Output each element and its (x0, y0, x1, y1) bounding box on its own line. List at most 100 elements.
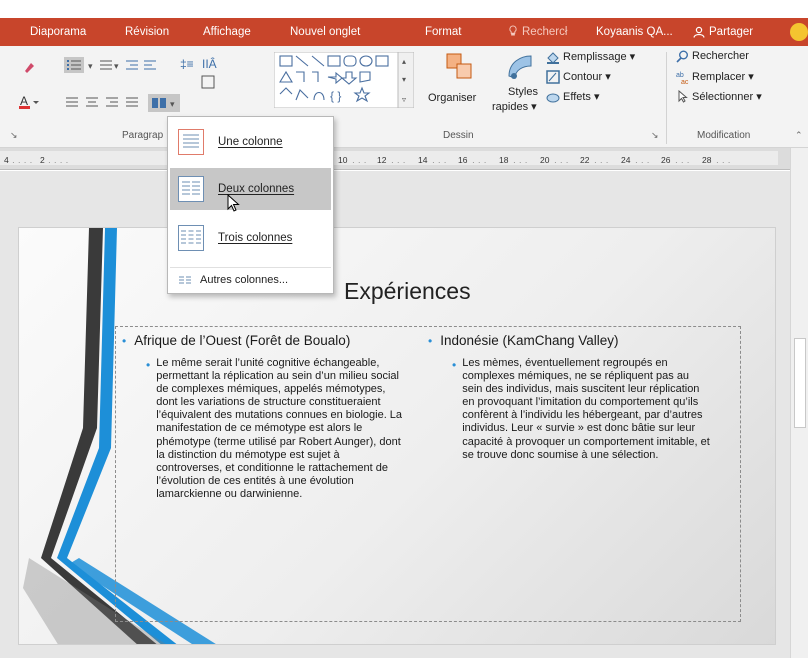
replace-label[interactable]: Remplacer ▾ (692, 70, 754, 83)
ruler-number: 22 (580, 155, 590, 165)
ruler-ticks: · · · · (48, 158, 69, 167)
ruler-number: 28 (702, 155, 712, 165)
effects-label[interactable]: Effets ▾ (563, 90, 600, 103)
tab-nouvel-onglet[interactable]: Nouvel onglet (290, 18, 360, 46)
right-heading-text: Indonésie (KamChang Valley) (440, 333, 619, 348)
slide[interactable]: Expériences • Afrique de l’Ouest (Forêt … (18, 227, 776, 645)
svg-text:ac: ac (681, 79, 689, 84)
select-cursor-icon[interactable] (676, 90, 689, 103)
ruler-ticks: · · · (554, 158, 569, 167)
content-placeholder[interactable]: • Afrique de l’Ouest (Forêt de Boualo) •… (115, 326, 741, 622)
menu-item-three-columns[interactable]: Trois colonnes (170, 217, 331, 259)
select-label[interactable]: Sélectionner ▾ (692, 90, 762, 103)
quick-styles-icon[interactable] (505, 52, 535, 82)
fill-icon[interactable] (546, 50, 560, 64)
tab-format[interactable]: Format (405, 18, 482, 46)
outline-icon[interactable] (546, 70, 560, 84)
collapse-ribbon-icon[interactable]: ⌃ (795, 130, 803, 141)
account-name[interactable]: Koyaanis QA... (596, 18, 673, 46)
ribbon-tab-bar: Diaporama Révision Affichage Nouvel ongl… (0, 18, 808, 46)
replace-icon[interactable]: abac (676, 70, 690, 84)
fill-label[interactable]: Remplissage ▾ (563, 50, 635, 63)
right-body-text: Les mèmes, éventuellement regroupés en c… (462, 357, 710, 461)
more-columns-icon (179, 276, 191, 283)
svg-text:▴: ▴ (402, 57, 406, 66)
quick-styles-label-1[interactable]: Styles (508, 86, 538, 98)
one-column-icon (178, 129, 204, 155)
feedback-smiley-icon[interactable] (790, 23, 808, 41)
font-launcher-icon[interactable]: ↘ (10, 130, 18, 141)
vertical-scrollbar[interactable] (790, 148, 808, 658)
ruler-track: 4 · · · · 2 · · · · 10 · · · 12 · · · 14… (0, 151, 778, 167)
menu-item-one-column[interactable]: Une colonne (170, 121, 331, 163)
tell-me-search[interactable]: Rechercł (508, 18, 567, 46)
svg-text:ab: ab (676, 72, 684, 79)
find-label[interactable]: Rechercher (692, 50, 749, 62)
ruler-number: 26 (661, 155, 671, 165)
right-column: • Indonésie (KamChang Valley) • Les mème… (428, 333, 728, 462)
three-columns-icon (178, 225, 204, 251)
bullet-body-left: • Le même serait l’unité cognitive échan… (122, 357, 422, 501)
tab-revision[interactable]: Révision (125, 18, 169, 46)
tab-diaporama[interactable]: Diaporama (30, 18, 86, 46)
ruler-number: 20 (540, 155, 550, 165)
bullet-icon: • (146, 358, 151, 372)
ruler-ticks: · · · (352, 158, 367, 167)
alignment-buttons-row[interactable]: ▾ (64, 94, 204, 112)
ruler-number: 24 (621, 155, 631, 165)
ruler-number: 14 (418, 155, 428, 165)
lightbulb-icon (509, 25, 517, 36)
ruler-ticks: · · · (432, 158, 447, 167)
bullet-icon: • (122, 334, 127, 348)
shapes-gallery[interactable]: { } ▴ ▾ ▿ (274, 52, 414, 108)
ruler-ticks: · · · (716, 158, 731, 167)
horizontal-ruler[interactable]: 4 · · · · 2 · · · · 10 · · · 12 · · · 14… (0, 148, 790, 170)
svg-text:A: A (20, 94, 28, 108)
ruler-number: 16 (458, 155, 468, 165)
slide-canvas[interactable]: Expériences • Afrique de l’Ouest (Forêt … (0, 171, 790, 658)
ruler-ticks: · · · (513, 158, 528, 167)
svg-text:▾: ▾ (114, 61, 119, 71)
scrollbar-thumb[interactable] (794, 338, 806, 428)
bullet-icon: • (428, 334, 433, 348)
tell-me-text: Rechercł (522, 26, 568, 38)
effects-icon[interactable] (546, 90, 560, 104)
group-separator (666, 52, 667, 144)
paragraph-group-label: Paragrap (122, 130, 164, 141)
mouse-cursor-icon (227, 194, 240, 212)
tab-affichage[interactable]: Affichage (203, 18, 251, 46)
ruler-ticks: · · · · (12, 158, 33, 167)
font-color-icon[interactable]: A (18, 94, 40, 110)
ruler-ticks: · · · (594, 158, 609, 167)
find-icon[interactable] (676, 50, 689, 63)
bullet-icon: • (452, 358, 457, 372)
format-painter-icon[interactable] (22, 60, 38, 76)
quick-styles-label-2[interactable]: rapides ▾ (492, 100, 537, 113)
ruler-ticks: · · · (391, 158, 406, 167)
bullet-heading-right: • Indonésie (KamChang Valley) (428, 333, 728, 349)
left-column: • Afrique de l’Ouest (Forêt de Boualo) •… (122, 333, 422, 501)
drawing-launcher-icon[interactable]: ↘ (651, 130, 659, 141)
arrange-label[interactable]: Organiser (428, 92, 476, 104)
menu-item-two-columns[interactable]: Deux colonnes (170, 168, 331, 210)
text-direction-icons[interactable]: ‡≡ IIÂ (180, 54, 224, 94)
ruler-number: 12 (377, 155, 387, 165)
drawing-group-label: Dessin (443, 130, 474, 141)
svg-text:‡≡: ‡≡ (180, 57, 194, 71)
ruler-number: 18 (499, 155, 509, 165)
bullet-heading-left: • Afrique de l’Ouest (Forêt de Boualo) (122, 333, 422, 349)
slide-title[interactable]: Expériences (344, 278, 471, 305)
menu-item-more-columns[interactable]: Autres colonnes... (170, 267, 331, 291)
svg-text:{ }: { } (330, 89, 341, 103)
ruler-number: 2 (40, 155, 45, 165)
svg-text:IIÂ: IIÂ (202, 56, 217, 71)
arrange-icon[interactable] (445, 52, 475, 82)
share-button[interactable]: Partager (693, 18, 753, 46)
outline-label[interactable]: Contour ▾ (563, 70, 611, 83)
list-buttons-row[interactable]: ▾ ▾ (64, 56, 172, 74)
left-body-text: Le même serait l’unité cognitive échange… (156, 357, 403, 500)
person-icon (693, 26, 705, 38)
share-label: Partager (709, 26, 754, 38)
ruler-ticks: · · · (675, 158, 690, 167)
three-columns-label: Trois colonnes (218, 232, 293, 244)
